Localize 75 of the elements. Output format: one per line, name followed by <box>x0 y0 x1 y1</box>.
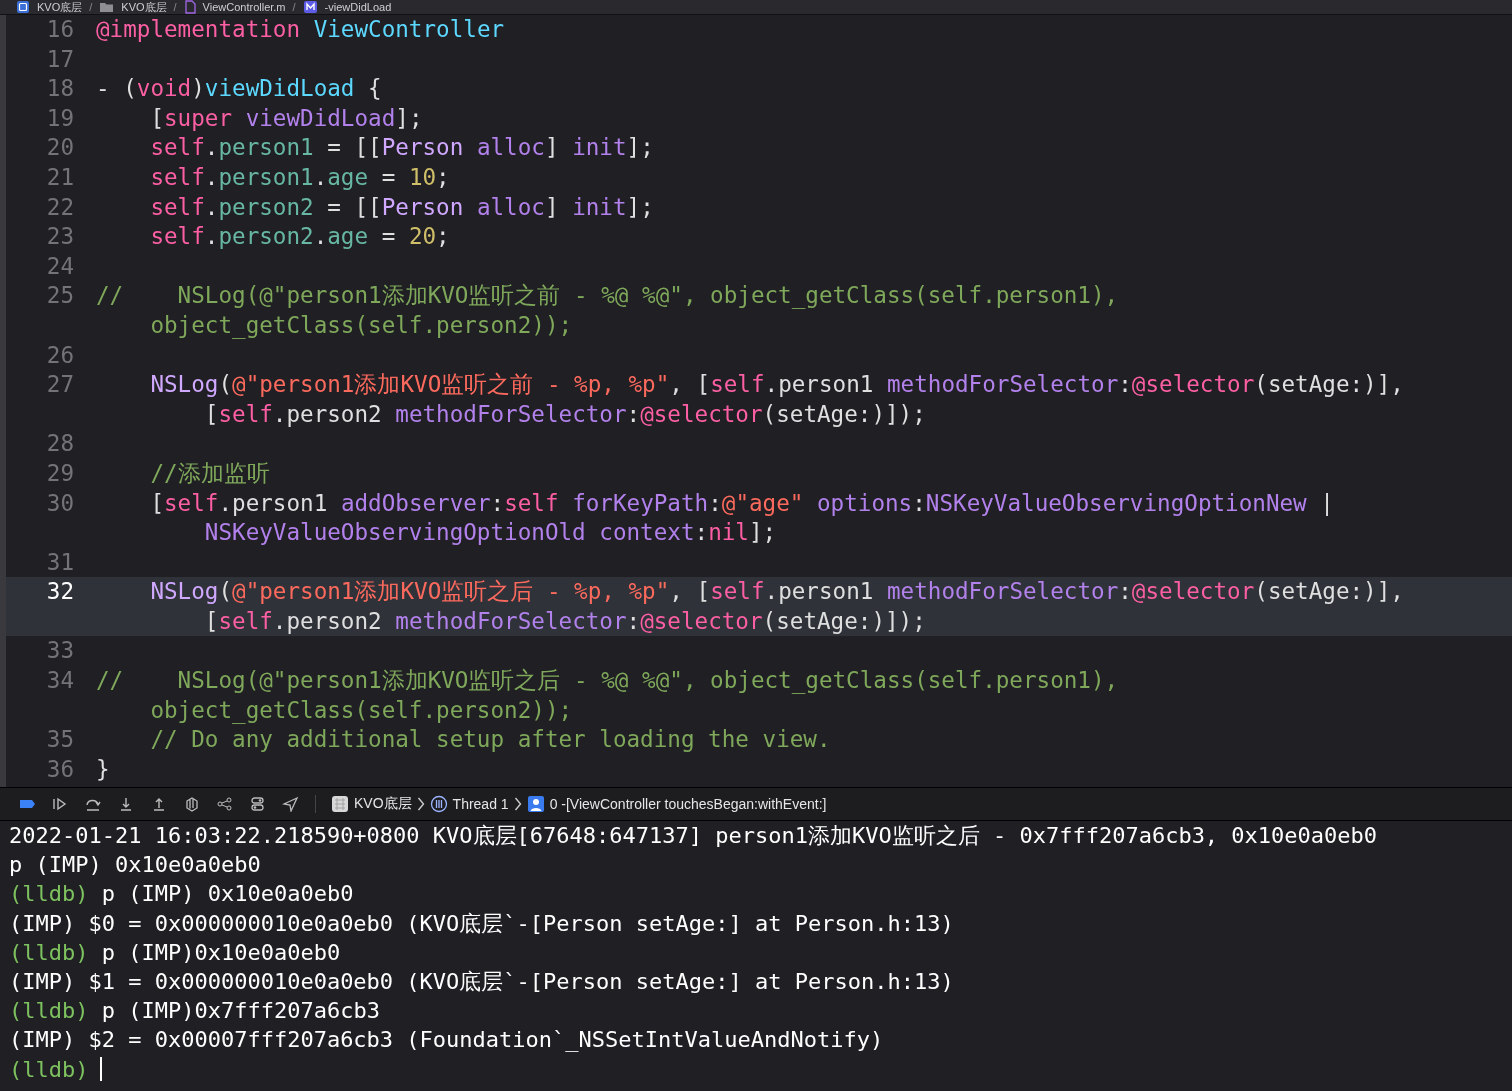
line-number: 36 <box>45 754 74 784</box>
code-line: //添加监听 <box>149 458 271 488</box>
code-line: object_getClass(self.person2)); <box>149 695 574 726</box>
line-number: 31 <box>45 547 74 577</box>
line-number: 25 <box>45 281 74 311</box>
app-icon <box>331 795 349 813</box>
code-line: [self.person2 methodForSelector:@selector(setAge:)]); <box>203 606 927 636</box>
line-number: 35 <box>45 725 74 755</box>
code-line: @implementation ViewController <box>96 15 506 44</box>
line-number: 16 <box>45 15 74 44</box>
code-line: self.person2.age = 20; <box>149 222 451 252</box>
line-number: 20 <box>45 133 74 163</box>
console-line: (IMP) $0 = 0x000000010e0a0eb0 (KVO底层`-[Person setAge:] at Person.h:13) <box>9 909 954 938</box>
path-separator: / <box>173 0 177 14</box>
method-icon <box>302 0 318 14</box>
breadcrumb-item[interactable]: KVO底层 <box>121 0 167 14</box>
debug-path-item[interactable]: KVO底层 <box>354 795 412 813</box>
line-number: 30 <box>45 488 74 518</box>
app-icon <box>16 0 30 14</box>
breadcrumb-item[interactable]: -viewDidLoad <box>324 0 392 14</box>
code-line: self.person1.age = 10; <box>149 162 451 192</box>
continue-icon[interactable] <box>51 796 69 812</box>
line-number: 26 <box>45 340 74 370</box>
chevron-icon <box>416 796 425 812</box>
path-separator: / <box>89 0 93 14</box>
code-line: NSKeyValueObservingOptionOld context:nil]; <box>203 518 778 548</box>
console-line: (IMP) $1 = 0x000000010e0a0eb0 (KVO底层`-[Person setAge:] at Person.h:13) <box>9 967 954 996</box>
code-line: [self.person1 addObserver:self forKeyPath:@"age" options:NSKeyValueObservingOptionNew | <box>149 488 1335 518</box>
code-line: - (void)viewDidLoad { <box>96 74 383 104</box>
console-line: (lldb) <box>9 1055 89 1084</box>
line-number: 27 <box>45 370 74 400</box>
console-line: 2022-01-21 16:03:22.218590+0800 KVO底层[67648:647137] person1添加KVO监听之后 - 0x7fff207a6cb3, 0x10e0a0eb0 <box>9 822 1378 850</box>
code-line: } <box>96 754 111 784</box>
line-number: 18 <box>45 74 74 104</box>
code-line: [super viewDidLoad]; <box>149 103 424 133</box>
breadcrumb-item[interactable]: ViewController.m <box>202 0 286 14</box>
console-line: (lldb) p (IMP) 0x10e0a0eb0 <box>9 880 354 909</box>
folder-icon <box>99 1 115 13</box>
code-line: NSLog(@"person1添加KVO监听之前 - %p, %p", [self.person1 methodForSelector:@selector(setAge:)], <box>149 370 1405 400</box>
line-number: 24 <box>45 251 74 281</box>
text-cursor <box>100 1057 103 1082</box>
code-line: // NSLog(@"person1添加KVO监听之前 - %@ %@", object_getClass(self.person1), <box>96 281 1120 311</box>
line-number: 32 <box>45 577 74 607</box>
path-separator: / <box>292 0 296 14</box>
code-line: self.person1 = [[Person alloc] init]; <box>149 133 655 163</box>
code-line: // NSLog(@"person1添加KVO监听之后 - %@ %@", object_getClass(self.person1), <box>96 666 1120 696</box>
chevron-icon <box>513 796 522 812</box>
line-number: 33 <box>45 636 74 666</box>
line-number: 21 <box>45 162 74 192</box>
console-line: p (IMP) 0x10e0a0eb0 <box>9 851 261 880</box>
line-number: 17 <box>45 44 74 74</box>
graph-icon[interactable] <box>216 796 234 812</box>
line-number: 23 <box>45 222 74 252</box>
code-line: // Do any additional setup after loading the view. <box>149 725 832 755</box>
line-number: 34 <box>45 666 74 696</box>
toggle-icon[interactable] <box>249 796 267 812</box>
layers-icon[interactable] <box>183 796 201 812</box>
console-line: (IMP) $2 = 0x00007fff207a6cb3 (Foundation`_NSSetIntValueAndNotify) <box>9 1026 884 1055</box>
line-number: 22 <box>45 192 74 222</box>
line-number: 19 <box>45 103 74 133</box>
debug-path-item[interactable]: Thread 1 <box>452 796 509 812</box>
console-line: (lldb) p (IMP)0x7fff207a6cb3 <box>9 997 380 1026</box>
code-line: self.person2 = [[Person alloc] init]; <box>149 192 655 222</box>
debug-path-item[interactable]: 0 -[ViewController touchesBegan:withEvent:] <box>549 796 827 812</box>
line-number: 29 <box>45 458 74 488</box>
thread-icon <box>429 795 448 813</box>
breadcrumb-item[interactable]: KVO底层 <box>37 0 83 14</box>
code-line: NSLog(@"person1添加KVO监听之后 - %p, %p", [self.person1 methodForSelector:@selector(setAge:)], <box>149 577 1405 607</box>
code-line: [self.person2 methodForSelector:@selector(setAge:)]); <box>203 399 927 429</box>
file-icon <box>183 0 196 14</box>
code-line: object_getClass(self.person2)); <box>149 310 574 341</box>
person-icon <box>526 795 545 813</box>
console-line: (lldb) p (IMP)0x10e0a0eb0 <box>9 938 341 967</box>
location-icon[interactable] <box>282 796 300 812</box>
line-number: 28 <box>45 429 74 459</box>
